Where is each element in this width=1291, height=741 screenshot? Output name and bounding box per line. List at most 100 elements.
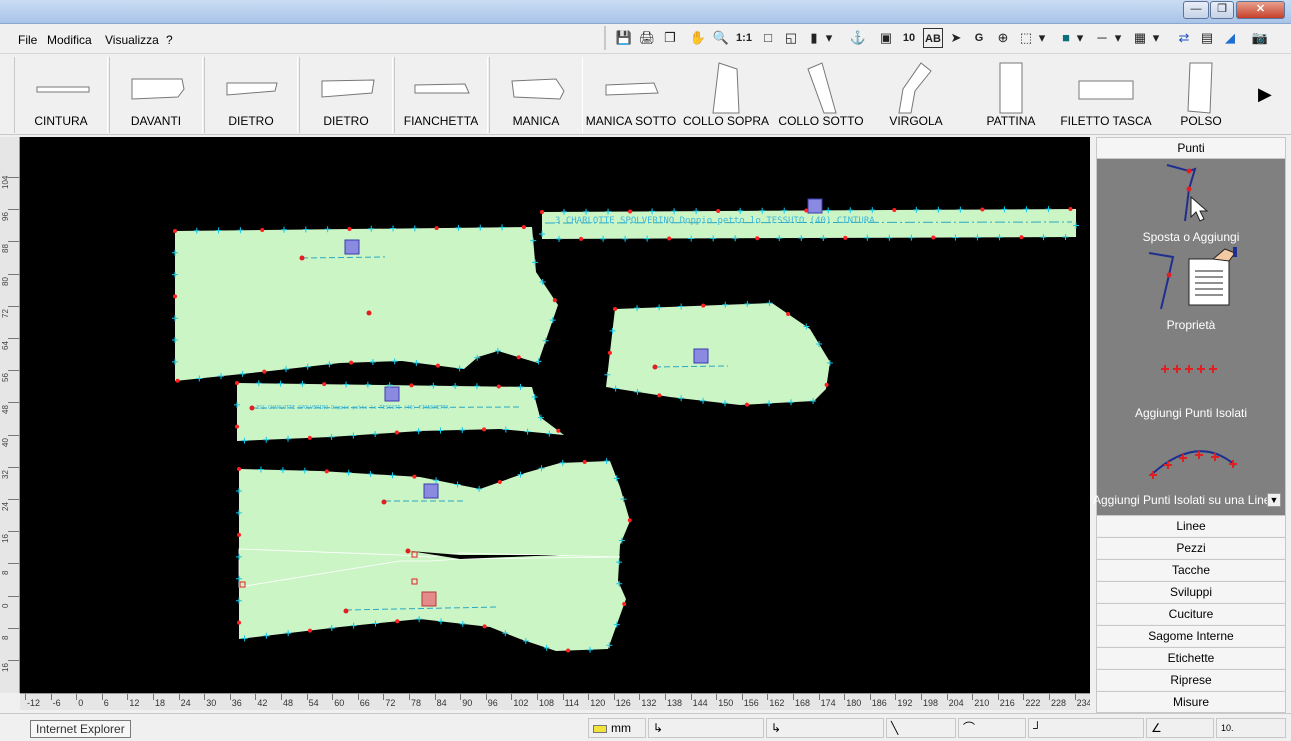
chevron-down-icon[interactable]: ▾ — [1074, 28, 1086, 48]
angle-cell: ∠ — [1146, 718, 1214, 738]
ruler-tick — [8, 466, 19, 468]
panel-category-tacche[interactable]: Tacche — [1097, 559, 1285, 580]
piece-tile-pattina[interactable]: PATTINA — [964, 57, 1058, 133]
piece-label: PATTINA — [986, 114, 1036, 128]
panel-category-etichette[interactable]: Etichette — [1097, 647, 1285, 668]
piece-tile-fianchetta[interactable]: FIANCHETTA — [394, 57, 488, 133]
g-button[interactable]: G — [969, 28, 989, 48]
label-anchor-selected-icon[interactable] — [421, 591, 437, 607]
frame-icon[interactable]: ▣ — [876, 28, 896, 48]
piece-tile-manica[interactable]: MANICA — [489, 57, 583, 133]
minimize-button[interactable]: — — [1183, 1, 1209, 19]
pattern-piece-fianchetta[interactable]: 3SS CHARLOTTE SPOLVERINO Doppio petto lo… — [237, 383, 564, 441]
label-anchor-icon[interactable] — [344, 239, 360, 255]
snap-pointer-icon[interactable]: ➤ — [946, 28, 966, 48]
ruler-label: 216 — [999, 698, 1015, 708]
pattern-piece-back[interactable] — [238, 461, 630, 651]
panel-category-misure[interactable]: Misure — [1097, 691, 1285, 712]
piece-tile-collo-sopra[interactable]: COLLO SOPRA — [679, 57, 773, 133]
piece-tile-manica-sotto[interactable]: MANICA SOTTO — [584, 57, 678, 133]
outline-point — [1068, 207, 1073, 212]
piece-tile-filetto-tasca[interactable]: FILETTO TASCA — [1059, 57, 1153, 133]
ruler-tick — [665, 694, 666, 700]
pattern-piece-cintura[interactable]: 3 CHARLOTTE SPOLVERINO Doppio petto lo T… — [542, 198, 1076, 239]
pan-hand-icon[interactable]: ✋ — [688, 28, 708, 48]
ruler-label: 40 — [1, 437, 10, 447]
copy-icon[interactable]: ❐ — [660, 28, 680, 48]
label-anchor-icon[interactable] — [807, 198, 823, 214]
menu-help[interactable]: ? — [166, 33, 173, 47]
chevron-down-icon[interactable]: ▼ — [1267, 493, 1281, 507]
panel-category-linee[interactable]: Linee — [1097, 515, 1285, 536]
panel-category-cuciture[interactable]: Cuciture — [1097, 603, 1285, 624]
piece-tile-dietro-2[interactable]: DIETRO — [299, 57, 393, 133]
table-icon[interactable]: ▤ — [1197, 28, 1217, 48]
outline-point — [582, 460, 587, 465]
menu-modifica[interactable]: Modifica — [47, 33, 92, 47]
fit-page-icon[interactable]: □ — [758, 28, 778, 48]
camera-icon[interactable]: 📷 — [1250, 28, 1270, 48]
coordinate-relative-cell: ↳ — [766, 718, 884, 738]
set-square-icon[interactable]: ◢ — [1220, 28, 1240, 48]
panel-header-punti[interactable]: Punti — [1097, 138, 1285, 159]
label-anchor-icon[interactable] — [423, 483, 439, 499]
scale-1-1-button[interactable]: 1:1 — [734, 28, 754, 48]
pointer-icon[interactable]: ▮ — [804, 28, 824, 48]
ruler-label: 104 — [1, 175, 10, 189]
tool-properties[interactable]: Proprietà — [1097, 247, 1285, 332]
ruler-tick — [8, 595, 19, 597]
outline-point — [434, 226, 439, 231]
chevron-down-icon[interactable]: ▾ — [823, 28, 835, 48]
piece-tile-virgola[interactable]: VIRGOLA — [869, 57, 963, 133]
ruler-tick — [613, 694, 615, 700]
save-icon[interactable]: 💾 — [614, 28, 634, 48]
menu-visualizza[interactable]: Visualizza — [105, 33, 159, 47]
label-anchor-icon[interactable] — [693, 348, 709, 364]
pattern-piece-sleeve[interactable] — [606, 303, 830, 405]
panel-category-sviluppi[interactable]: Sviluppi — [1097, 581, 1285, 602]
scroll-right-icon[interactable]: ▶ — [1258, 82, 1276, 106]
ruler-tick — [690, 694, 692, 700]
unit-indicator[interactable]: mm — [588, 718, 646, 738]
horizontal-ruler: -12 -6 0 6 12 18 24 30 36 42 48 54 60 66 72 78 84 90 96 102… — [20, 693, 1090, 710]
ruler-tick — [127, 694, 129, 700]
fill-color-icon[interactable]: ■ — [1056, 28, 1076, 48]
panel-category-pezzi[interactable]: Pezzi — [1097, 537, 1285, 558]
piece-tile-collo-sotto[interactable]: COLLO SOTTO — [774, 57, 868, 133]
outline-point — [394, 430, 399, 435]
anchor-icon[interactable]: ⚓ — [848, 28, 868, 48]
drawing-canvas[interactable]: 3 CHARLOTTE SPOLVERINO Doppio petto lo T… — [20, 137, 1090, 693]
menu-file[interactable]: File — [18, 33, 37, 47]
line-style-icon[interactable]: ─ — [1092, 28, 1112, 48]
transfer-icon[interactable]: ⇄ — [1174, 28, 1194, 48]
zoom-icon[interactable]: 🔍 — [711, 28, 731, 48]
tool-add-points-on-line[interactable]: Aggiungi Punti Isolati su una Linea ▼ — [1093, 423, 1285, 511]
chevron-down-icon[interactable]: ▾ — [1036, 28, 1048, 48]
pattern-piece-front[interactable] — [175, 227, 558, 381]
outline-point — [755, 236, 760, 241]
piece-label: FILETTO TASCA — [1060, 114, 1152, 128]
selection-box-icon[interactable]: ⬚ — [1016, 28, 1036, 48]
chevron-down-icon[interactable]: ▾ — [1150, 28, 1162, 48]
grid-ten-button[interactable]: 10 — [899, 28, 919, 48]
zoom-window-icon[interactable]: ◱ — [781, 28, 801, 48]
print-icon[interactable]: 🖨 — [637, 28, 657, 48]
ab-label-button[interactable]: AB — [923, 28, 943, 48]
panel-category-riprese[interactable]: Riprese — [1097, 669, 1285, 690]
vertical-ruler: 104 96 88 80 72 64 56 48 40 32 24 16 8 0 8 16 — [0, 137, 20, 693]
tool-move-add-point[interactable]: Sposta o Aggiungi — [1097, 159, 1285, 244]
ruler-label: 16 — [1, 534, 10, 544]
label-anchor-icon[interactable] — [384, 386, 400, 402]
chevron-down-icon[interactable]: ▾ — [1112, 28, 1124, 48]
pattern-drawing[interactable]: 3 CHARLOTTE SPOLVERINO Doppio petto lo T… — [20, 137, 1090, 693]
close-button[interactable]: ✕ — [1236, 1, 1285, 19]
piece-tile-dietro[interactable]: DIETRO — [204, 57, 298, 133]
tool-add-isolated-points[interactable]: Aggiungi Punti Isolati — [1097, 335, 1285, 420]
panel-category-sagome-interne[interactable]: Sagome Interne — [1097, 625, 1285, 646]
piece-tile-cintura[interactable]: CINTURA — [14, 57, 108, 133]
crosshair-icon[interactable]: ⊕ — [993, 28, 1013, 48]
piece-tile-davanti[interactable]: DAVANTI — [109, 57, 203, 133]
piece-tile-polso[interactable]: POLSO — [1154, 57, 1248, 133]
grid-pattern-icon[interactable]: ▦ — [1130, 28, 1150, 48]
restore-button[interactable]: ❐ — [1210, 1, 1234, 19]
